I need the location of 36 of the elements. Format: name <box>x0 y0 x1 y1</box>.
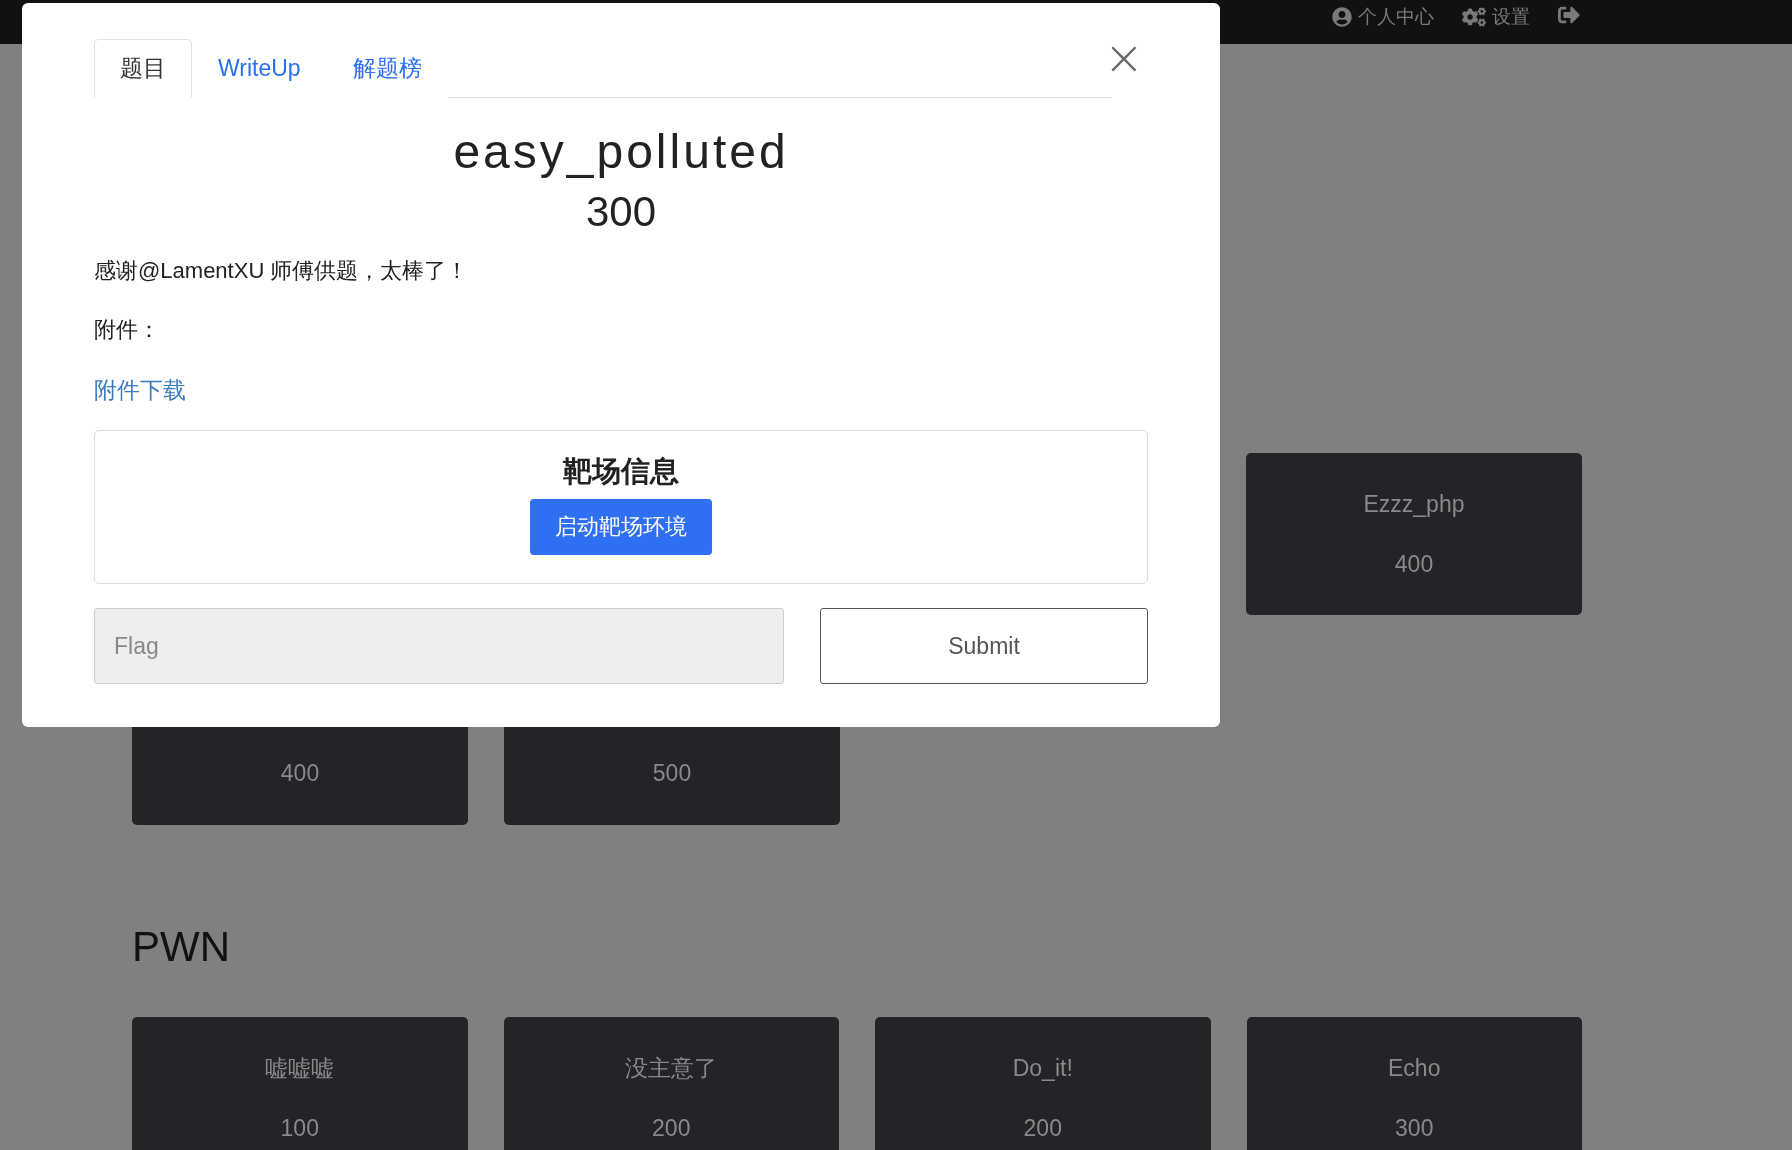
nav-label: 个人中心 <box>1358 5 1434 29</box>
close-button[interactable]: × <box>1099 33 1148 81</box>
challenge-score: 200 <box>1023 1115 1062 1141</box>
attachment-download-link[interactable]: 附件下载 <box>94 375 186 406</box>
modal-tab[interactable]: 题目 <box>94 39 192 98</box>
challenge-points: 300 <box>584 187 658 237</box>
challenge-score: 200 <box>652 1115 691 1141</box>
challenge-card[interactable]: Do_it! 200 <box>875 1017 1211 1150</box>
challenge-name: Ezzz_php <box>1363 491 1465 517</box>
category-heading: PWN <box>132 923 231 971</box>
start-environment-button[interactable]: 启动靶场环境 <box>530 499 712 555</box>
challenge-score: 100 <box>280 1115 319 1141</box>
flag-input[interactable]: Flag <box>94 608 784 684</box>
challenge-name: 嘘嘘嘘 <box>265 1055 335 1081</box>
challenge-card[interactable]: Echo 300 <box>1246 1017 1582 1150</box>
challenge-description: 感谢@LamentXU 师傅供题，太棒了！ <box>94 257 470 285</box>
challenge-name: Echo <box>1388 1055 1441 1081</box>
nav-link[interactable]: 设置 <box>1462 0 1530 30</box>
challenge-card[interactable]: Ezzz_php 400 <box>1246 453 1582 615</box>
attachment-label: 附件： <box>94 316 161 344</box>
challenge-title: easy_polluted <box>452 124 790 180</box>
range-info-heading: 靶场信息 <box>563 454 679 489</box>
challenge-card[interactable]: 嘘嘘嘘 100 <box>132 1017 468 1150</box>
challenge-name: Do_it! <box>1012 1055 1073 1081</box>
gears-icon <box>1462 5 1486 29</box>
challenge-score: 300 <box>1395 1115 1434 1141</box>
challenge-name: 没主意了 <box>625 1055 718 1081</box>
challenge-score: 400 <box>280 760 320 786</box>
challenge-card[interactable]: 没主意了 200 <box>503 1017 839 1150</box>
submit-button[interactable]: Submit <box>820 608 1148 684</box>
logout-icon[interactable] <box>1558 4 1580 26</box>
nav-link[interactable]: 个人中心 <box>1332 0 1434 30</box>
challenge-score: 400 <box>1394 551 1434 577</box>
user-icon <box>1332 7 1352 27</box>
challenge-score: 500 <box>652 760 692 786</box>
nav-label: 设置 <box>1492 5 1530 29</box>
